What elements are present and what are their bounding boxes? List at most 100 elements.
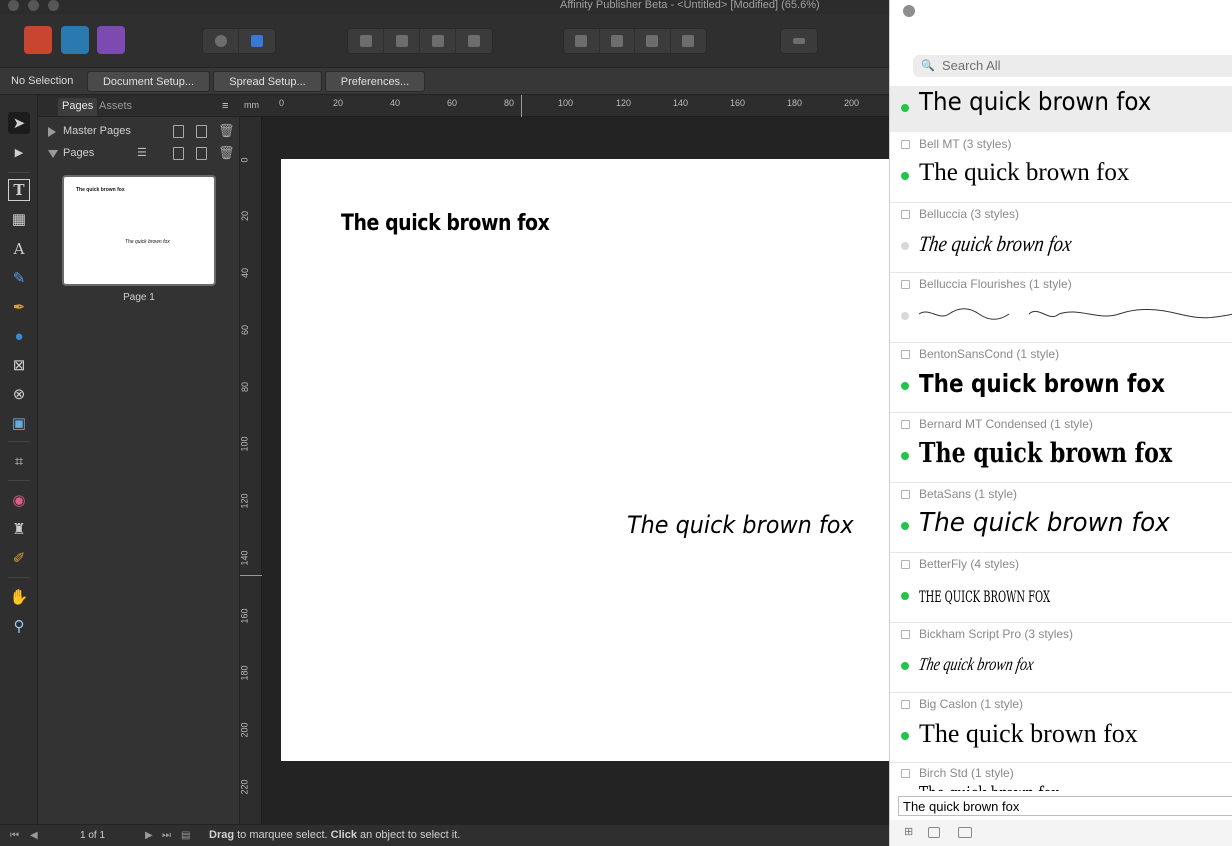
font-type-icon: [901, 210, 910, 219]
font-list-item[interactable]: Bell MT (3 styles) The quick brown fox: [890, 133, 1232, 201]
add-page-icon[interactable]: [173, 147, 184, 160]
font-list-item[interactable]: Bickham Script Pro (3 styles) The quick …: [890, 623, 1232, 691]
font-active-indicator: [901, 662, 909, 670]
first-page-icon[interactable]: ⏮: [10, 830, 19, 841]
ruler-label: 160: [239, 608, 250, 624]
duplicate-master-icon[interactable]: [196, 125, 207, 138]
hint-click: Click: [330, 829, 357, 841]
fill-tool-icon[interactable]: ♜: [8, 518, 30, 540]
document-canvas[interactable]: The quick brown fox The quick brown fox: [262, 117, 890, 824]
document-setup-button[interactable]: Document Setup...: [87, 71, 210, 92]
node-tool-icon[interactable]: ▶: [8, 141, 30, 163]
panel-menu-icon[interactable]: ≡: [222, 100, 228, 112]
close-panel-button[interactable]: [903, 5, 915, 17]
ruler-label: 200: [239, 722, 250, 738]
delete-page-icon[interactable]: 🗑: [218, 145, 235, 161]
preferences-button[interactable]: Preferences...: [325, 71, 425, 92]
expand-arrow-icon[interactable]: [48, 127, 56, 137]
edit-sample-icon[interactable]: [928, 827, 940, 838]
master-page-icon[interactable]: [173, 125, 184, 138]
font-sample: The quick brown fox: [919, 159, 1130, 186]
minimize-window-button[interactable]: [28, 0, 39, 11]
last-page-icon[interactable]: ⏭: [162, 830, 171, 841]
grid-view-icon[interactable]: ⊞: [904, 825, 916, 838]
hand-tool-icon[interactable]: ✋: [8, 586, 30, 608]
pencil-tool-icon[interactable]: ✎: [8, 267, 30, 289]
picture-frame-tool-icon[interactable]: ⊠: [8, 354, 30, 376]
font-list-item[interactable]: The quick brown fox: [890, 86, 1232, 132]
eyedropper-tool-icon[interactable]: ✐: [8, 547, 30, 569]
master-pages-row[interactable]: Master Pages 🗑: [38, 121, 240, 143]
zoom-tool-icon[interactable]: ⚲: [8, 615, 30, 637]
font-family-name: Birch Std (1 style): [919, 766, 1014, 780]
flip-vertical-button[interactable]: [600, 29, 635, 53]
font-family-name: Bell MT (3 styles): [919, 137, 1012, 151]
move-tool-icon[interactable]: ➤: [8, 112, 30, 134]
close-window-button[interactable]: [8, 0, 19, 11]
next-page-icon[interactable]: ▶: [145, 830, 153, 841]
pages-row[interactable]: Pages ☰ 🗑: [38, 143, 240, 165]
font-active-indicator: [901, 732, 909, 740]
sample-text-field[interactable]: The quick brown fox: [898, 796, 1232, 816]
canvas-heading-text[interactable]: The quick brown fox: [341, 211, 550, 236]
rotate-left-button[interactable]: [635, 29, 671, 53]
font-family-name: Bernard MT Condensed (1 style): [919, 417, 1093, 431]
panel-tabs: Pages Assets ≡: [38, 95, 240, 117]
font-list-item[interactable]: Big Caslon (1 style) The quick brown fox: [890, 693, 1232, 761]
artistic-text-tool-icon[interactable]: A: [8, 238, 30, 260]
align-button[interactable]: [781, 29, 817, 53]
delete-master-icon[interactable]: 🗑: [218, 123, 235, 139]
canvas-italic-text[interactable]: The quick brown fox: [627, 511, 854, 539]
zoom-window-button[interactable]: [48, 0, 59, 11]
link-off-button[interactable]: [239, 29, 275, 53]
tab-assets[interactable]: Assets: [95, 98, 136, 116]
tab-pages[interactable]: Pages: [58, 98, 98, 116]
page-list-icon[interactable]: ▤: [181, 830, 190, 841]
affinity-publisher-window: Affinity Publisher Beta - <Untitled> [Mo…: [0, 0, 1232, 846]
font-family-name: BentonSansCond (1 style): [919, 347, 1060, 361]
table-tool-icon[interactable]: ▦: [8, 208, 30, 230]
arrange-front-button[interactable]: [456, 29, 492, 53]
font-list-item[interactable]: Belluccia Flourishes (1 style): [890, 273, 1232, 341]
cloud-upload-button[interactable]: [203, 29, 239, 53]
horizontal-ruler[interactable]: mm 0 20 40 60 80 100 120 140 160 180 200: [240, 95, 890, 117]
ellipse-tool-icon[interactable]: ●: [8, 325, 30, 347]
font-sample: The quick brown fox: [919, 508, 1170, 538]
document-page[interactable]: The quick brown fox The quick brown fox: [281, 159, 890, 761]
place-image-tool-icon[interactable]: ▣: [8, 412, 30, 434]
font-list-item[interactable]: BetaSans (1 style) The quick brown fox: [890, 483, 1232, 551]
arrange-forward-button[interactable]: [420, 29, 456, 53]
add-collection-icon[interactable]: [958, 827, 972, 838]
font-list-item[interactable]: Birch Std (1 style) The quick brown fox: [890, 763, 1232, 791]
ellipse-frame-tool-icon[interactable]: ⊗: [8, 383, 30, 405]
flip-horizontal-button[interactable]: [564, 29, 600, 53]
publisher-persona-icon[interactable]: [24, 26, 52, 54]
search-input[interactable]: 🔍 Search All: [913, 55, 1232, 77]
frame-text-tool-icon[interactable]: T: [8, 179, 30, 201]
spread-setup-button[interactable]: Spread Setup...: [213, 71, 322, 92]
arrange-backward-button[interactable]: [384, 29, 420, 53]
crop-tool-icon[interactable]: ⌗: [8, 450, 30, 472]
font-list[interactable]: The quick brown fox Bell MT (3 styles) T…: [890, 86, 1232, 791]
font-family-name: Big Caslon (1 style): [919, 697, 1024, 711]
color-picker-tool-icon[interactable]: ◉: [8, 489, 30, 511]
rotate-right-button[interactable]: [671, 29, 706, 53]
font-list-item[interactable]: BentonSansCond (1 style) The quick brown…: [890, 343, 1232, 411]
ruler-label: 120: [616, 98, 632, 108]
font-list-item[interactable]: Belluccia (3 styles) The quick brown fox: [890, 203, 1232, 271]
font-sample: THE QUICK BROWN FOX: [919, 587, 1051, 606]
font-list-item[interactable]: Bernard MT Condensed (1 style) The quick…: [890, 413, 1232, 481]
vertical-ruler[interactable]: 0 20 40 60 80 100 120 140 160 180 200 22…: [240, 117, 262, 824]
page-thumbnail[interactable]: The quick brown fox The quick brown fox: [62, 175, 216, 286]
master-pages-label: Master Pages: [63, 125, 131, 137]
page-layout-icon[interactable]: ☰: [137, 146, 147, 159]
pen-tool-icon[interactable]: ✒: [8, 296, 30, 318]
font-list-item[interactable]: BetterFly (4 styles) THE QUICK BROWN FOX: [890, 553, 1232, 621]
hint-mid: to marquee select.: [234, 829, 331, 841]
previous-page-icon[interactable]: ◀: [30, 830, 38, 841]
duplicate-page-icon[interactable]: [196, 147, 207, 160]
collapse-arrow-icon[interactable]: [48, 150, 58, 158]
photo-persona-icon[interactable]: [97, 26, 125, 54]
designer-persona-icon[interactable]: [61, 26, 89, 54]
arrange-back-button[interactable]: [348, 29, 384, 53]
